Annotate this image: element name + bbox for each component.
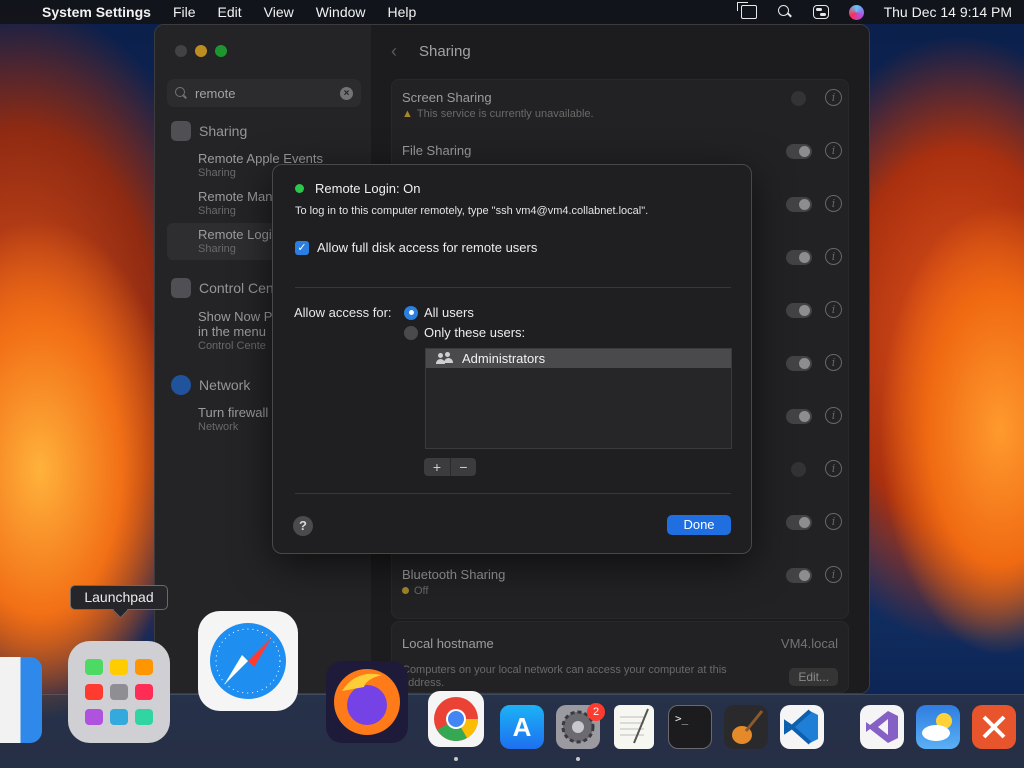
screen-mirroring-icon[interactable] [736, 2, 757, 19]
full-disk-access-option[interactable]: ✓ Allow full disk access for remote user… [295, 240, 537, 255]
radio-button[interactable] [404, 325, 418, 340]
status-text: Remote Login: On [315, 181, 421, 196]
cloud-sun-icon [922, 713, 952, 741]
list-item[interactable]: Administrators [426, 349, 731, 368]
running-indicator [454, 757, 458, 761]
launchpad-grid [85, 659, 153, 725]
divider [295, 493, 731, 494]
safari-compass [210, 623, 286, 699]
remote-desktop-icon[interactable] [972, 705, 1016, 749]
weather-icon[interactable] [916, 705, 960, 749]
menu-app-name[interactable]: System Settings [42, 4, 151, 20]
guitar-icon [732, 710, 764, 744]
radio-all-users[interactable]: All users [404, 305, 474, 320]
menu-edit[interactable]: Edit [218, 4, 242, 20]
remove-user-button[interactable]: − [450, 458, 476, 476]
notification-badge: 2 [587, 703, 605, 721]
radio-label: All users [424, 305, 474, 320]
done-button[interactable]: Done [667, 515, 731, 535]
radio-label: Only these users: [424, 325, 526, 340]
checkbox-label: Allow full disk access for remote users [317, 240, 538, 255]
radio-only-these-users[interactable]: Only these users: [404, 325, 525, 340]
running-indicator [576, 757, 580, 761]
garageband-icon[interactable] [724, 705, 768, 749]
status-on-dot [295, 184, 304, 193]
dock-tooltip: Launchpad [70, 585, 168, 610]
finder-icon[interactable] [0, 657, 42, 743]
spotlight-search-icon[interactable] [777, 5, 793, 19]
menu-clock[interactable]: Thu Dec 14 9:14 PM [884, 4, 1012, 20]
textedit-icon[interactable] [614, 705, 654, 749]
full-disk-access-checkbox[interactable]: ✓ [295, 240, 309, 255]
help-button[interactable]: ? [293, 516, 313, 536]
remote-login-status: Remote Login: On [295, 181, 421, 196]
remote-login-sheet: Remote Login: On To log in to this compu… [272, 164, 752, 554]
radio-button-selected[interactable] [404, 305, 418, 320]
visual-studio-logo [866, 711, 898, 743]
menu-bar: System Settings File Edit View Window He… [0, 0, 1024, 24]
group-users-icon [436, 352, 454, 365]
users-list: Administrators [425, 348, 732, 449]
control-center-icon[interactable] [812, 5, 829, 19]
textedit-lines [620, 708, 649, 744]
menu-view[interactable]: View [264, 4, 294, 20]
visual-studio-icon[interactable] [860, 705, 904, 749]
divider [295, 287, 731, 288]
vscode-icon[interactable] [780, 705, 824, 749]
chrome-logo [434, 697, 478, 741]
add-user-button[interactable]: + [424, 458, 450, 476]
dock: A 2 >_ [0, 611, 1024, 768]
remote-desktop-logo [982, 715, 1006, 739]
chrome-icon[interactable] [428, 691, 484, 747]
ssh-instructions: To log in to this computer remotely, typ… [295, 205, 649, 217]
firefox-logo [334, 669, 400, 735]
safari-icon[interactable] [198, 611, 298, 711]
menu-window[interactable]: Window [316, 4, 366, 20]
menu-file[interactable]: File [173, 4, 196, 20]
add-remove-buttons: + − [424, 458, 476, 476]
user-name: Administrators [462, 351, 546, 366]
app-store-icon[interactable]: A [500, 705, 544, 749]
firefox-icon[interactable] [326, 661, 408, 743]
terminal-icon[interactable]: >_ [668, 705, 712, 749]
menu-help[interactable]: Help [388, 4, 417, 20]
siri-icon[interactable] [848, 4, 864, 20]
launchpad-icon[interactable] [68, 641, 170, 743]
allow-access-label: Allow access for: [294, 305, 392, 320]
vscode-logo [784, 709, 818, 745]
